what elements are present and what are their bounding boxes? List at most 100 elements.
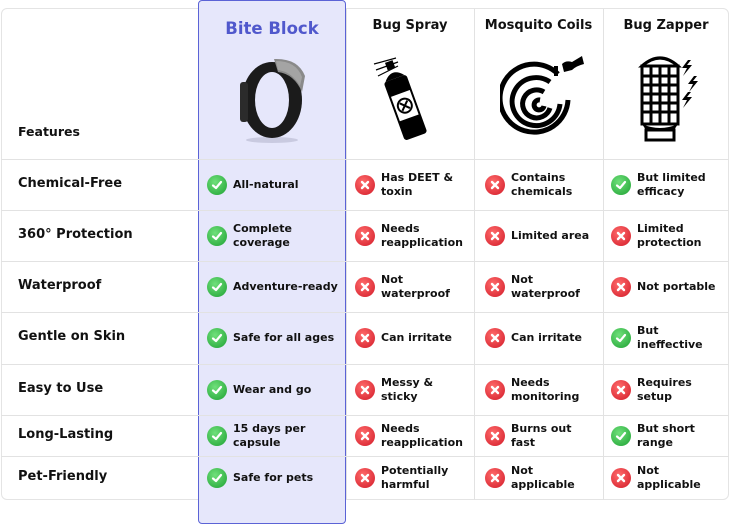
table-cell: Safe for pets <box>207 456 342 500</box>
column-divider <box>474 9 475 500</box>
cross-icon <box>611 468 631 488</box>
check-icon <box>207 425 227 446</box>
table-cell: Can irritate <box>355 312 470 364</box>
check-icon <box>207 379 227 400</box>
table-cell: Can irritate <box>485 312 599 364</box>
table-cell: Safe for all ages <box>207 312 342 364</box>
cell-text: Safe for pets <box>233 471 314 484</box>
cell-text: But short range <box>637 421 695 449</box>
cross-icon <box>485 425 505 446</box>
cross-icon <box>485 174 505 195</box>
column-header-bug-spray: Bug Spray <box>372 18 448 33</box>
check-icon <box>611 328 631 348</box>
cross-icon <box>355 328 375 348</box>
table-cell: Wear and go <box>207 364 342 415</box>
cell-text: 15 days per capsule <box>233 421 306 449</box>
cell-text: But limited efficacy <box>637 170 706 198</box>
cell-text: Complete coverage <box>233 221 292 249</box>
table-cell: But ineffective <box>611 312 725 364</box>
check-icon <box>207 225 227 246</box>
cell-text: Not applicable <box>637 464 701 491</box>
check-icon <box>207 328 227 348</box>
column-divider <box>603 9 604 500</box>
cross-icon <box>485 225 505 246</box>
feature-label: 360° Protection <box>18 226 133 242</box>
cell-text: Needs monitoring <box>511 375 580 403</box>
table-cell: Potentially harmful <box>355 456 470 500</box>
table-cell: Messy & sticky <box>355 364 470 415</box>
cell-text: Needs reapplication <box>381 221 463 249</box>
table-cell: 15 days per capsule <box>207 415 342 456</box>
table-cell: Needs reapplication <box>355 415 470 456</box>
mosquito-coil-icon <box>500 56 584 135</box>
cross-icon <box>355 225 375 246</box>
cell-text: Adventure-ready <box>233 279 338 293</box>
table-cell: Not waterproof <box>485 261 599 312</box>
cell-text: Not portable <box>637 279 716 293</box>
cell-text: But ineffective <box>637 324 703 351</box>
table-cell: Not portable <box>611 261 725 312</box>
column-divider <box>346 9 347 500</box>
column-header-bug-zapper: Bug Zapper <box>623 18 709 33</box>
table-cell: Complete coverage <box>207 210 342 261</box>
cell-text: Can irritate <box>381 331 452 344</box>
table-cell: Needs reapplication <box>355 210 470 261</box>
cross-icon <box>611 225 631 246</box>
table-cell: Has DEET & toxin <box>355 159 470 210</box>
cross-icon <box>611 379 631 400</box>
cell-text: Not applicable <box>511 464 575 491</box>
table-cell: Limited protection <box>611 210 725 261</box>
cell-text: Not waterproof <box>381 272 450 300</box>
feature-label: Easy to Use <box>18 380 104 396</box>
column-header-bite-block: Bite Block <box>225 19 319 38</box>
feature-label: Pet-Friendly <box>18 469 108 484</box>
cell-text: Can irritate <box>511 331 582 344</box>
table-cell: But short range <box>611 415 725 456</box>
table-cell: Not waterproof <box>355 261 470 312</box>
cross-icon <box>485 379 505 400</box>
table-cell: Adventure-ready <box>207 261 342 312</box>
cell-text: Contains chemicals <box>511 170 573 198</box>
cross-icon <box>485 276 505 297</box>
table-cell: Needs monitoring <box>485 364 599 415</box>
bug-zapper-icon <box>638 56 698 142</box>
table-cell: Not applicable <box>611 456 725 500</box>
table-cell: But limited efficacy <box>611 159 725 210</box>
table-cell: Requires setup <box>611 364 725 415</box>
cell-text: Limited protection <box>637 221 702 249</box>
cross-icon <box>611 276 631 297</box>
cross-icon <box>355 468 375 488</box>
check-icon <box>207 276 227 297</box>
feature-label: Chemical-Free <box>18 175 123 191</box>
feature-label: Long-Lasting <box>18 426 114 442</box>
features-header: Features <box>18 124 80 139</box>
table-cell: Not applicable <box>485 456 599 500</box>
cell-text: Safe for all ages <box>233 331 335 344</box>
cross-icon <box>355 425 375 446</box>
table-cell: Limited area <box>485 210 599 261</box>
cell-text: Requires setup <box>637 375 692 403</box>
check-icon <box>611 425 631 446</box>
check-icon <box>207 468 227 488</box>
table-cell: Contains chemicals <box>485 159 599 210</box>
table-cell: Burns out fast <box>485 415 599 456</box>
cell-text: All-natural <box>233 177 299 191</box>
spray-can-icon <box>373 57 427 140</box>
cell-text: Needs reapplication <box>381 421 463 449</box>
column-header-mosquito-coils: Mosquito Coils <box>484 18 593 33</box>
cell-text: Not waterproof <box>511 272 580 300</box>
feature-label: Waterproof <box>18 277 102 293</box>
cell-text: Burns out fast <box>511 421 572 449</box>
cross-icon <box>355 276 375 297</box>
check-icon <box>611 174 631 195</box>
cross-icon <box>355 174 375 195</box>
cell-text: Messy & sticky <box>381 375 434 403</box>
check-icon <box>207 174 227 195</box>
cell-text: Potentially harmful <box>381 464 449 491</box>
cross-icon <box>485 328 505 348</box>
wristband-image <box>240 58 305 143</box>
cell-text: Has DEET & toxin <box>381 170 454 198</box>
table-cell: All-natural <box>207 159 342 210</box>
feature-label: Gentle on Skin <box>18 329 126 344</box>
cell-text: Limited area <box>511 228 590 242</box>
